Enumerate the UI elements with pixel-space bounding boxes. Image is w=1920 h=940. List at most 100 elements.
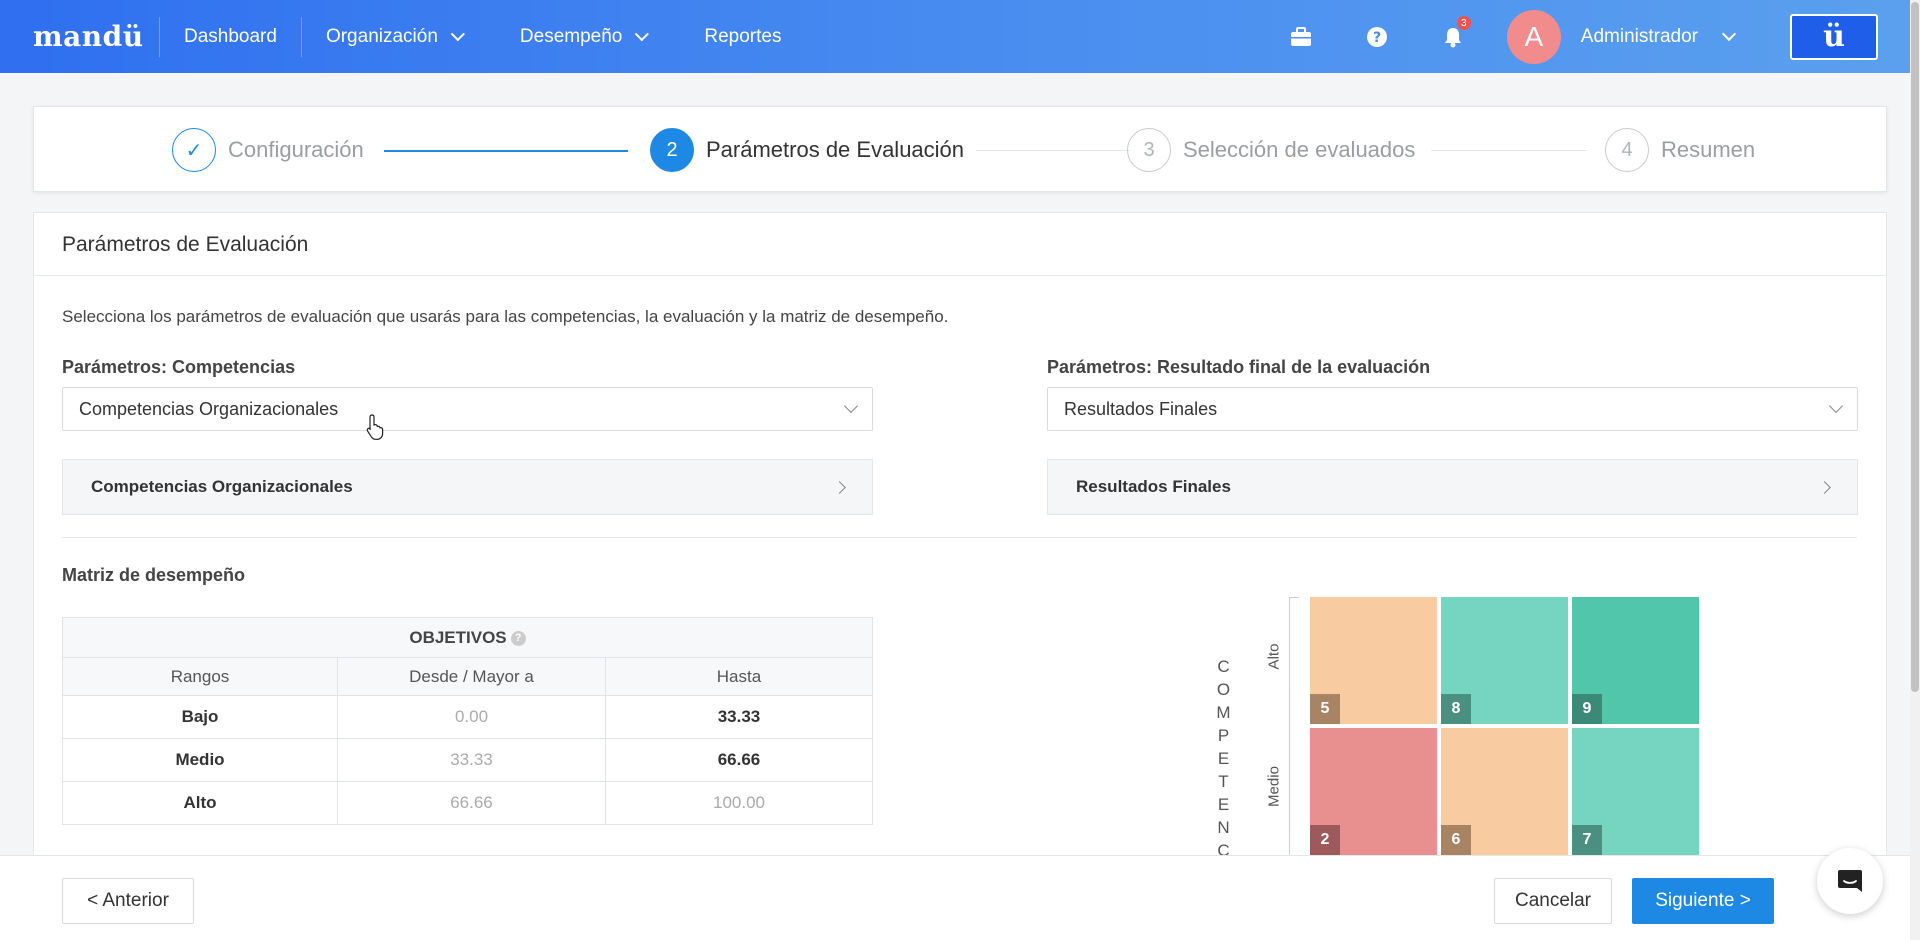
top-nav: mandü Dashboard Organización Desempeño R… [0, 0, 1910, 73]
vertical-title-letter: O [1216, 680, 1232, 699]
vertical-title-letter: E [1217, 749, 1231, 768]
nav-desempeno[interactable]: Desempeño [484, 0, 668, 73]
footer-bar: < Anterior Cancelar Siguiente > [0, 855, 1910, 940]
step-configuracion[interactable]: ✓ Configuración [172, 128, 364, 172]
y-label-alto: Alto [1265, 643, 1283, 670]
matrix-cell-8: 8 [1441, 597, 1568, 724]
hasta-cell: 100.00 [605, 781, 873, 825]
step-label: Configuración [228, 137, 364, 162]
matrix-cell-9: 9 [1572, 597, 1699, 724]
next-button[interactable]: Siguiente > [1632, 878, 1774, 924]
competencias-panel[interactable]: Competencias Organizacionales [62, 459, 873, 515]
divider [62, 537, 1857, 538]
rango-cell: Bajo [62, 695, 338, 739]
vertical-title-letter: T [1218, 772, 1230, 791]
briefcase-icon[interactable] [1263, 0, 1339, 73]
chevron-down-icon [450, 26, 465, 41]
matrix-cell-5: 5 [1310, 597, 1437, 724]
bell-icon[interactable]: 3 [1415, 0, 1491, 73]
cell-number: 6 [1441, 825, 1471, 855]
column-header: Desde / Mayor a [337, 657, 606, 696]
step-resumen[interactable]: 4 Resumen [1605, 128, 1755, 172]
help-icon[interactable]: ? [510, 630, 526, 646]
objetivos-title: OBJETIVOS [409, 627, 507, 647]
competencias-select-value: Competencias Organizacionales [79, 398, 339, 419]
desde-cell: 66.66 [337, 781, 606, 825]
scrollbar[interactable] [1910, 0, 1920, 940]
step-number: 4 [1605, 128, 1649, 172]
cell-number: 8 [1441, 694, 1471, 724]
rango-cell: Alto [62, 781, 338, 825]
nav-dashboard[interactable]: Dashboard [160, 0, 301, 73]
avatar[interactable]: A [1506, 9, 1561, 64]
previous-button[interactable]: < Anterior [62, 878, 194, 924]
resultado-panel-label: Resultados Finales [1076, 477, 1231, 496]
pointer-cursor-icon [366, 414, 386, 445]
parametros-card: Parámetros de Evaluación Selecciona los … [33, 212, 1887, 940]
resultado-select[interactable]: Resultados Finales [1047, 387, 1858, 431]
vertical-title-letter: E [1217, 795, 1231, 814]
column-header: Rangos [62, 657, 338, 696]
chevron-right-icon [833, 480, 846, 494]
hasta-input[interactable]: 66.66 [605, 738, 873, 782]
matrix-title: Matriz de desempeño [62, 565, 246, 585]
desde-cell: 33.33 [337, 738, 606, 782]
matrix-cell-6: 6 [1441, 728, 1568, 855]
nav-reportes[interactable]: Reportes [668, 0, 805, 73]
column-header: Hasta [605, 657, 873, 696]
table-title: OBJETIVOS? [62, 617, 873, 658]
resultado-panel[interactable]: Resultados Finales [1047, 459, 1858, 515]
step-connector [1431, 150, 1587, 151]
vertical-title-letter: P [1217, 726, 1231, 745]
matrix-cell-2: 2 [1310, 728, 1437, 855]
chevron-down-icon [635, 26, 650, 41]
nav-organizacion-label: Organización [325, 25, 438, 47]
step-connector [384, 150, 628, 152]
chat-icon[interactable] [1817, 848, 1883, 914]
nav-desempeno-label: Desempeño [519, 25, 623, 47]
hasta-input[interactable]: 33.33 [605, 695, 873, 739]
description: Selecciona los parámetros de evaluación … [62, 307, 949, 326]
check-icon: ✓ [172, 128, 216, 172]
vertical-title-letter: C [1217, 657, 1231, 676]
step-number: 3 [1127, 128, 1171, 172]
competencias-select[interactable]: Competencias Organizacionales [62, 387, 873, 431]
chevron-right-icon [1818, 480, 1831, 494]
chevron-down-icon[interactable] [1721, 26, 1737, 41]
step-seleccion[interactable]: 3 Selección de evaluados [1127, 128, 1415, 172]
help-icon[interactable]: ? [1339, 0, 1415, 73]
brand-button[interactable]: ü [1790, 13, 1878, 60]
nav-dashboard-label: Dashboard [184, 25, 277, 47]
y-axis-bracket [1289, 597, 1299, 857]
desde-cell: 0.00 [337, 695, 606, 739]
nav-reportes-label: Reportes [704, 25, 782, 47]
y-label-medio: Medio [1265, 766, 1283, 807]
cell-number: 5 [1310, 694, 1340, 724]
cancel-button[interactable]: Cancelar [1494, 878, 1612, 924]
step-number: 2 [650, 128, 694, 172]
step-connector [976, 150, 1130, 151]
cell-number: 7 [1572, 825, 1602, 855]
page-title: Parámetros de Evaluación [62, 233, 309, 256]
table-row: Alto 66.66 100.00 [62, 781, 873, 825]
step-label: Selección de evaluados [1183, 137, 1416, 162]
step-label: Resumen [1661, 137, 1756, 162]
nav-organizacion[interactable]: Organización [302, 0, 484, 73]
matrix-vertical-title: COMPETENC [1212, 655, 1236, 862]
chevron-down-icon [1828, 398, 1844, 414]
divider [34, 275, 1886, 276]
step-label: Parámetros de Evaluación [706, 137, 965, 162]
competencias-label: Parámetros: Competencias [62, 357, 296, 377]
scrollbar-thumb[interactable] [1911, 2, 1919, 692]
logo[interactable]: mandü [33, 20, 159, 53]
table-row: Bajo 0.00 33.33 [62, 695, 873, 739]
step-parametros[interactable]: 2 Parámetros de Evaluación [650, 128, 964, 172]
user-name[interactable]: Administrador [1581, 26, 1698, 48]
competencias-panel-label: Competencias Organizacionales [91, 477, 353, 496]
chevron-down-icon [843, 398, 859, 414]
stepper: ✓ Configuración 2 Parámetros de Evaluaci… [33, 106, 1887, 192]
resultado-select-value: Resultados Finales [1064, 398, 1218, 419]
vertical-title-letter: N [1217, 818, 1231, 837]
nav-right: ? 3 A Administrador ü [1263, 0, 1910, 73]
cell-number: 2 [1310, 825, 1340, 855]
